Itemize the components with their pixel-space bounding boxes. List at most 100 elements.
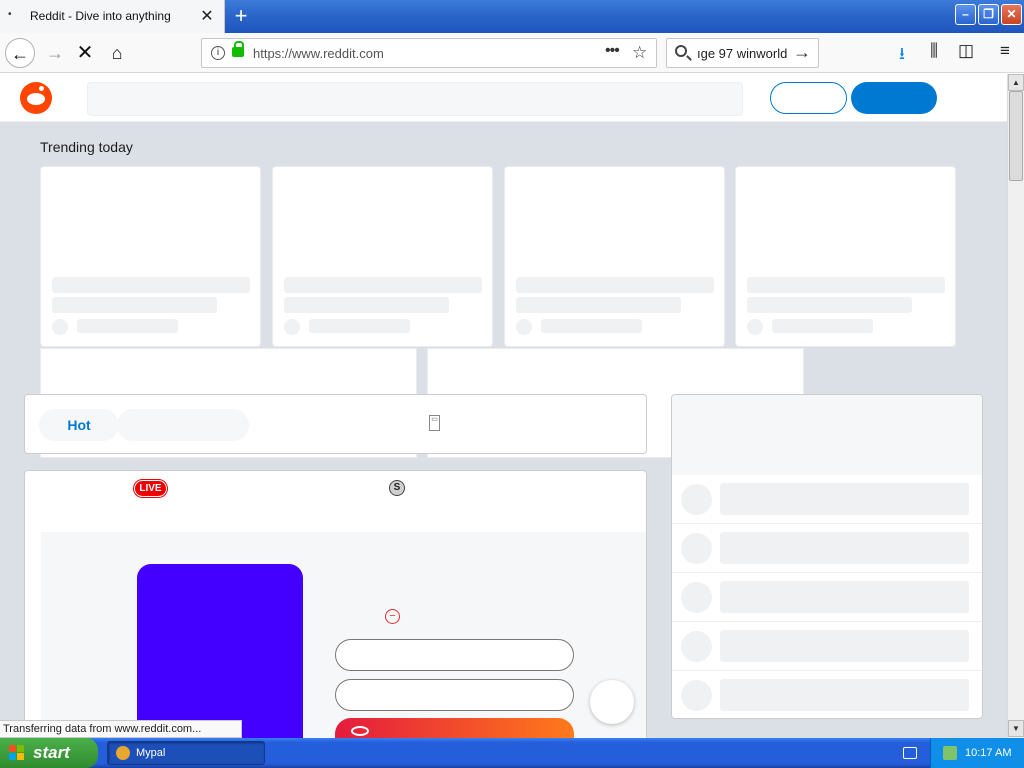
logo-face — [27, 93, 45, 105]
sort-hot-button[interactable]: Hot — [39, 409, 119, 441]
system-tray: 10:17 AM — [930, 738, 1024, 768]
skeleton-line — [720, 483, 969, 515]
live-badge: LIVE — [134, 480, 167, 497]
trending-card[interactable] — [504, 166, 725, 347]
windows-flag-icon — [9, 745, 25, 761]
taskbar-item-label: Mypal — [136, 747, 166, 759]
trending-card[interactable] — [40, 166, 261, 347]
tab-loading-icon: • — [8, 9, 12, 20]
search-value[interactable]: ıge 97 winworld — [697, 46, 787, 61]
address-bar[interactable]: i https://www.reddit.com ••• ☆ — [201, 38, 657, 68]
skeleton-line — [309, 319, 410, 333]
skeleton-avatar — [516, 319, 532, 335]
stop-button[interactable]: ✕ — [70, 38, 100, 68]
skeleton-line — [284, 277, 482, 293]
skeleton-line — [720, 581, 969, 613]
windows-taskbar: start Mypal 10:17 AM — [0, 738, 1024, 768]
reddit-logo-icon[interactable] — [20, 82, 52, 114]
maximize-button[interactable]: ❐ — [978, 4, 999, 25]
start-button[interactable]: start — [0, 738, 98, 768]
sidebar-card-header — [672, 395, 982, 475]
layout-toggle-icon[interactable]: ▭ — [429, 415, 440, 431]
skeleton-line — [747, 277, 945, 293]
sidebar-list-item[interactable] — [672, 622, 982, 671]
form-field-2[interactable] — [335, 679, 574, 711]
network-icon[interactable] — [943, 746, 957, 760]
minus-circle-icon[interactable]: − — [385, 609, 400, 624]
sidebar-card — [671, 394, 983, 719]
sort-bar: Hot ▭ — [24, 394, 647, 454]
skeleton-line — [52, 277, 250, 293]
navigation-toolbar: ← → ✕ ⌂ i https://www.reddit.com ••• ☆ ı… — [0, 33, 1024, 73]
skeleton-line — [77, 319, 178, 333]
scroll-down-icon[interactable]: ▼ — [1008, 720, 1024, 737]
sidebar-list-item[interactable] — [672, 573, 982, 622]
sidebar-list-item[interactable] — [672, 475, 982, 524]
skeleton-avatar — [52, 319, 68, 335]
page-viewport: Trending today Hot ▭ LIVE S − Transferri… — [0, 74, 1007, 738]
skeleton-line — [52, 297, 217, 313]
mypal-icon — [116, 746, 130, 760]
sidebar-list-item[interactable] — [672, 524, 982, 573]
search-go-icon[interactable]: → — [793, 42, 811, 63]
skeleton-line — [516, 297, 681, 313]
keyboard-icon[interactable] — [903, 747, 917, 759]
tab-title: Reddit - Dive into anything — [30, 9, 171, 23]
trending-card[interactable] — [735, 166, 956, 347]
post-card[interactable]: LIVE S − — [24, 470, 647, 738]
page-actions-icon[interactable]: ••• — [605, 42, 620, 60]
sidebar-list-item[interactable] — [672, 671, 982, 718]
home-button[interactable]: ⌂ — [102, 38, 132, 68]
signup-button[interactable] — [851, 82, 937, 114]
vertical-scrollbar[interactable]: ▲ ▼ — [1007, 74, 1024, 738]
new-tab-button[interactable]: + — [229, 3, 253, 29]
skeleton-avatar — [681, 533, 712, 564]
skeleton-line — [720, 630, 969, 662]
skeleton-line — [747, 297, 912, 313]
tab-close-icon[interactable]: ✕ — [198, 6, 216, 26]
eye-icon — [351, 726, 369, 736]
skeleton-avatar — [681, 680, 712, 711]
minimize-button[interactable]: – — [955, 4, 976, 25]
taskbar-item-mypal[interactable]: Mypal — [107, 741, 265, 765]
form-field-1[interactable] — [335, 639, 574, 671]
site-info-icon[interactable]: i — [211, 46, 225, 60]
trending-card[interactable] — [272, 166, 493, 347]
lock-icon — [232, 41, 244, 57]
forward-button[interactable]: → — [40, 38, 70, 68]
community-icon: S — [389, 480, 405, 496]
post-media: − — [41, 532, 646, 738]
login-button[interactable] — [770, 82, 847, 114]
download-icon[interactable]: ⭳ — [890, 41, 914, 70]
reddit-search-placeholder[interactable] — [87, 82, 743, 116]
search-icon — [675, 45, 687, 57]
sidebar-toggle-icon[interactable]: ◫ — [954, 41, 978, 61]
sort-options-placeholder[interactable] — [117, 409, 249, 441]
skeleton-line — [516, 277, 714, 293]
back-button[interactable]: ← — [5, 38, 35, 68]
library-icon[interactable]: ⫼ — [922, 41, 946, 61]
start-label: start — [33, 743, 70, 762]
scroll-up-icon[interactable]: ▲ — [1008, 74, 1024, 91]
url-text[interactable]: https://www.reddit.com — [253, 46, 384, 61]
floating-action-button[interactable] — [590, 680, 634, 724]
promo-panel — [137, 564, 303, 738]
trending-today-heading: Trending today — [40, 139, 133, 155]
window-close-button[interactable]: ✕ — [1001, 4, 1022, 25]
skeleton-line — [720, 532, 969, 564]
clock[interactable]: 10:17 AM — [965, 738, 1011, 768]
skeleton-line — [541, 319, 642, 333]
skeleton-avatar — [681, 631, 712, 662]
search-input[interactable]: ıge 97 winworld → — [666, 38, 819, 68]
skeleton-line — [772, 319, 873, 333]
logo-antenna — [39, 86, 44, 91]
browser-tab[interactable]: • Reddit - Dive into anything ✕ — [0, 0, 225, 33]
bookmark-star-icon[interactable]: ☆ — [632, 43, 647, 63]
reddit-header — [0, 74, 1007, 122]
skeleton-avatar — [681, 582, 712, 613]
status-bar: Transferring data from www.reddit.com... — [0, 720, 242, 738]
hamburger-menu-icon[interactable]: ≡ — [993, 41, 1017, 61]
skeleton-avatar — [284, 319, 300, 335]
action-button[interactable] — [335, 718, 574, 738]
scroll-thumb[interactable] — [1009, 91, 1023, 181]
